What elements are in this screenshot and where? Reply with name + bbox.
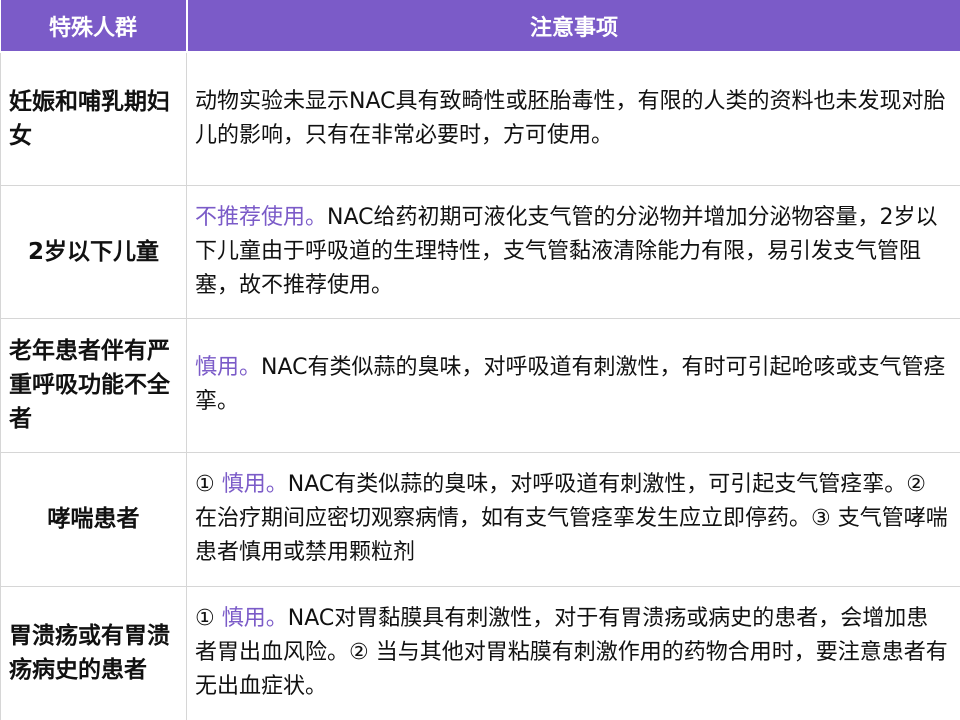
row-group-cell: 哮喘患者 (0, 451, 187, 587)
row-notes-cell: ① 慎用。NAC对胃黏膜具有刺激性，对于有胃溃疡或病史的患者，会增加患者胃出血风… (186, 585, 960, 720)
highlight-text: 不推荐使用。 (195, 204, 328, 230)
table-row: 老年患者伴有严重呼吸功能不全者 慎用。NAC有类似蒜的臭味，对呼吸道有刺激性，有… (0, 317, 960, 453)
row-group-cell: 妊娠和哺乳期妇女 (0, 51, 187, 186)
notes-text: NAC对胃黏膜具有刺激性，对于有胃溃疡或病史的患者，会增加患者胃出血风险。② 当… (195, 606, 948, 699)
item-number: ① (195, 606, 222, 631)
notes-text: NAC有类似蒜的臭味，对呼吸道有刺激性，有时可引起呛咳或支气管痉挛。 (195, 355, 946, 414)
row-group-cell: 老年患者伴有严重呼吸功能不全者 (0, 317, 187, 453)
row-group-cell: 胃溃疡或有胃溃疡病史的患者 (0, 585, 187, 720)
header-notes-column: 注意事项 (186, 0, 960, 53)
table-row: 妊娠和哺乳期妇女 动物实验未显示NAC具有致畸性或胚胎毒性，有限的人类的资料也未… (0, 51, 960, 186)
table-header-row: 特殊人群 注意事项 (0, 0, 960, 53)
table-row: 胃溃疡或有胃溃疡病史的患者 ① 慎用。NAC对胃黏膜具有刺激性，对于有胃溃疡或病… (0, 585, 960, 720)
row-notes-cell: 不推荐使用。NAC给药初期可液化支气管的分泌物并增加分泌物容量，2岁以下儿童由于… (186, 184, 960, 319)
table-row: 哮喘患者 ① 慎用。NAC有类似蒜的臭味，对呼吸道有刺激性，可引起支气管痉挛。②… (0, 451, 960, 587)
header-group-column: 特殊人群 (0, 0, 188, 53)
table-row: 2岁以下儿童 不推荐使用。NAC给药初期可液化支气管的分泌物并增加分泌物容量，2… (0, 184, 960, 319)
row-notes-cell: 动物实验未显示NAC具有致畸性或胚胎毒性，有限的人类的资料也未发现对胎儿的影响，… (186, 51, 960, 186)
highlight-text: 慎用。 (221, 472, 288, 497)
highlight-text: 慎用。 (221, 606, 288, 631)
row-notes-cell: ① 慎用。NAC有类似蒜的臭味，对呼吸道有刺激性，可引起支气管痉挛。② 在治疗期… (186, 451, 960, 587)
notes-text: NAC有类似蒜的臭味，对呼吸道有刺激性，可引起支气管痉挛。② 在治疗期间应密切观… (195, 472, 948, 565)
highlight-text: 慎用。 (195, 355, 262, 380)
item-number: ① (195, 472, 222, 497)
row-notes-cell: 慎用。NAC有类似蒜的臭味，对呼吸道有刺激性，有时可引起呛咳或支气管痉挛。 (186, 317, 960, 453)
row-group-cell: 2岁以下儿童 (0, 184, 187, 319)
special-populations-table: 特殊人群 注意事项 妊娠和哺乳期妇女 动物实验未显示NAC具有致畸性或胚胎毒性，… (0, 0, 960, 720)
notes-text: 动物实验未显示NAC具有致畸性或胚胎毒性，有限的人类的资料也未发现对胎儿的影响，… (195, 88, 946, 148)
